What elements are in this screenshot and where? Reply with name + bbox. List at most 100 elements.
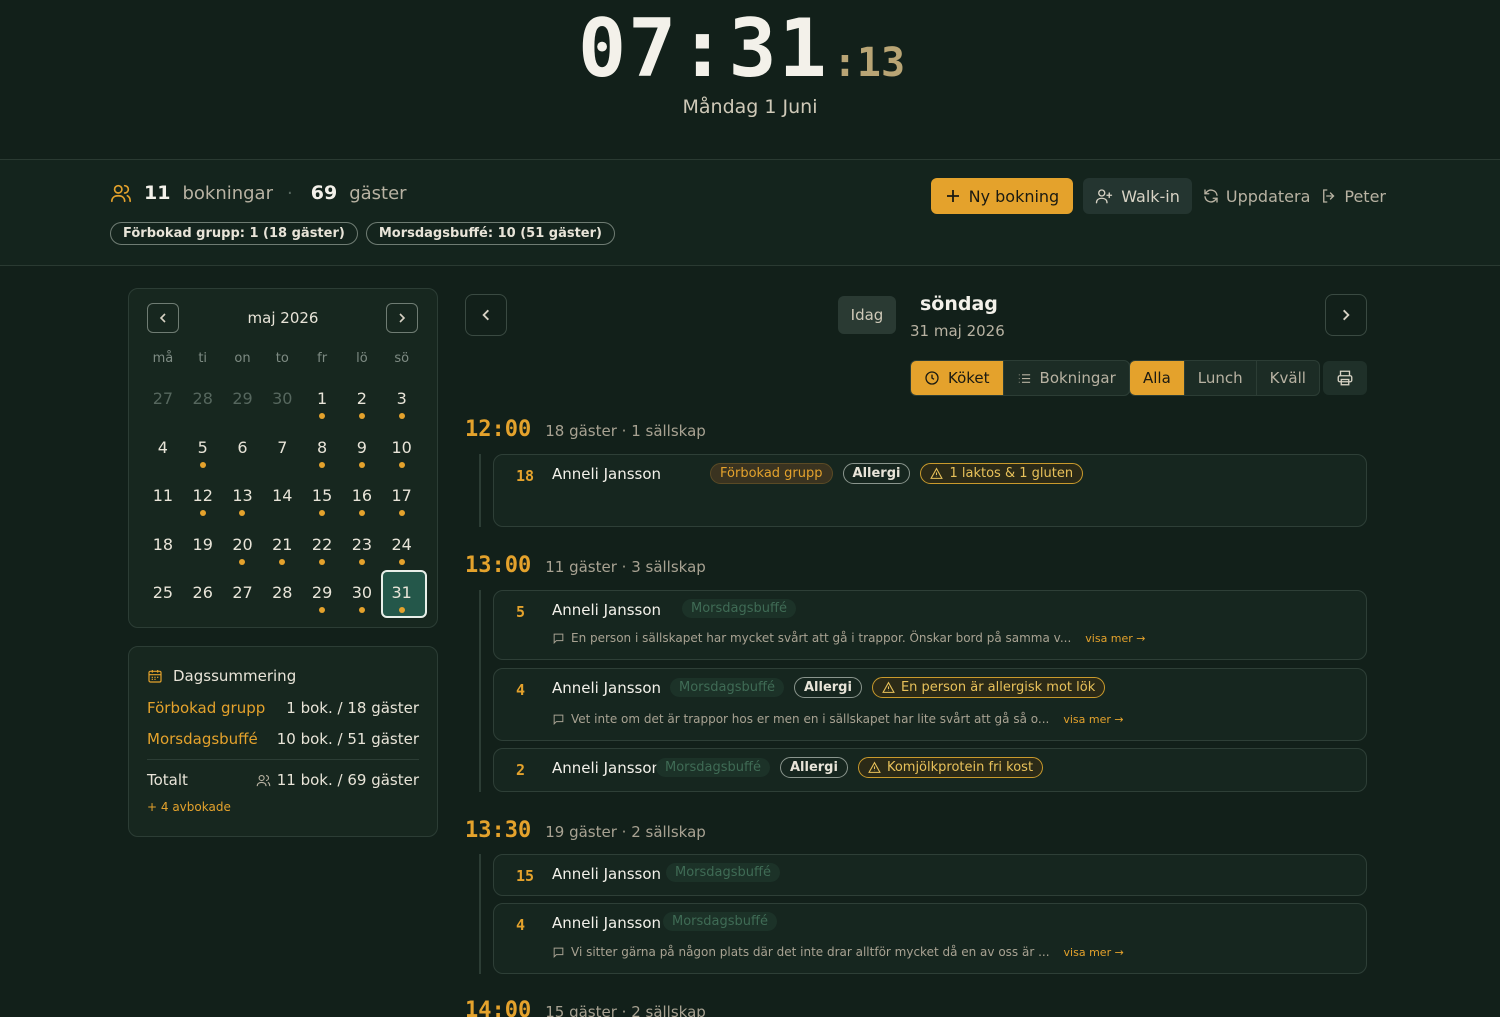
calendar-day-number: 20 <box>232 534 253 554</box>
calendar-day[interactable]: 30 <box>262 379 302 428</box>
calendar-day[interactable]: 25 <box>143 573 183 622</box>
calendar-day[interactable]: 29 <box>302 573 342 622</box>
next-day-button[interactable] <box>1325 294 1367 336</box>
calendar-day[interactable]: 24 <box>382 525 422 574</box>
booking-indicator-dot <box>319 461 326 468</box>
prev-day-button[interactable] <box>465 294 507 336</box>
summary-total: 11 bok. / 69 gäster <box>256 771 419 789</box>
summary-row: Morsdagsbuffé 10 bok. / 51 gäster <box>147 730 419 748</box>
calendar-day[interactable]: 14 <box>262 476 302 525</box>
filter-all[interactable]: Alla <box>1130 361 1185 395</box>
filter-lunch[interactable]: Lunch <box>1185 361 1257 395</box>
walk-in-label: Walk-in <box>1121 186 1180 206</box>
show-more-link[interactable]: visa mer → <box>1085 632 1145 645</box>
calendar-day[interactable]: 13 <box>223 476 263 525</box>
calendar-day[interactable]: 5 <box>183 428 223 477</box>
calendar-day-number: 17 <box>391 486 412 506</box>
tab-kitchen[interactable]: Köket <box>911 361 1004 395</box>
time-slot-time: 13:30 <box>465 818 532 843</box>
calendar-day[interactable]: 28 <box>183 379 223 428</box>
refresh-button[interactable]: Uppdatera <box>1202 187 1310 206</box>
calendar-day[interactable]: 19 <box>183 525 223 574</box>
weekday-header: må ti on to fr lö sö <box>143 351 422 366</box>
walk-in-button[interactable]: Walk-in <box>1083 178 1192 214</box>
time-slot-info: 19 gäster · 2 sällskap <box>545 823 706 841</box>
today-button[interactable]: Idag <box>838 296 896 334</box>
calendar-day[interactable]: 26 <box>183 573 223 622</box>
booking-note-text: En person i sällskapet har mycket svårt … <box>571 631 1072 645</box>
user-plus-icon <box>1096 189 1113 204</box>
guests-count: 69 <box>310 182 338 204</box>
calendar-day[interactable]: 21 <box>262 525 302 574</box>
calendar-day[interactable]: 28 <box>262 573 302 622</box>
booking-card[interactable]: 5 Anneli Jansson Morsdagsbuffé En person i … <box>493 590 1367 660</box>
booking-tags: Förbokad grupp Allergi 1 laktos & 1 gluten <box>710 463 1084 484</box>
booking-indicator-dot <box>319 607 326 614</box>
weekday-label: on <box>234 351 251 366</box>
calendar-day[interactable]: 18 <box>143 525 183 574</box>
calendar-day[interactable]: 27 <box>223 573 263 622</box>
summary-divider <box>147 759 419 760</box>
calendar-day[interactable]: 7 <box>262 428 302 477</box>
calendar-day[interactable]: 20 <box>223 525 263 574</box>
tab-bookings[interactable]: Bokningar <box>1004 361 1129 395</box>
booking-card[interactable]: 18 Anneli Jansson Förbokad grupp Allergi 1 l… <box>493 454 1367 527</box>
calendar-day[interactable]: 23 <box>342 525 382 574</box>
calendar-day[interactable]: 27 <box>143 379 183 428</box>
calendar-day[interactable]: 29 <box>223 379 263 428</box>
calendar-day[interactable]: 4 <box>143 428 183 477</box>
logout-button[interactable]: Peter <box>1320 187 1386 206</box>
allergy-badge: Allergi <box>779 757 848 778</box>
cancelled-link[interactable]: + 4 avbokade <box>147 800 231 814</box>
filter-evening[interactable]: Kväll <box>1257 361 1319 395</box>
calendar-day[interactable]: 12 <box>183 476 223 525</box>
calendar-day[interactable]: 3 <box>382 379 422 428</box>
booking-indicator-dot <box>398 413 405 419</box>
booking-note-text: Vet inte om det är trappor hos er men en… <box>571 712 1050 726</box>
bookings-count: 11 <box>144 182 171 204</box>
calendar-day[interactable]: 22 <box>302 525 342 574</box>
booking-card[interactable]: 15 Anneli Jansson Morsdagsbuffé <box>493 854 1367 896</box>
booking-indicator-dot <box>358 461 365 468</box>
summary-row-label: Förbokad grupp <box>147 699 266 717</box>
calendar-day-number: 25 <box>152 583 174 603</box>
warning-icon <box>868 761 881 773</box>
calendar-day-number: 13 <box>232 486 253 506</box>
calendar-day[interactable]: 30 <box>342 573 382 622</box>
selected-day-name: söndag <box>920 293 998 315</box>
booking-card[interactable]: 4 Anneli Jansson Morsdagsbuffé Vi sitter gä… <box>493 903 1367 974</box>
print-button[interactable] <box>1323 361 1367 395</box>
calendar-day-number: 30 <box>351 583 373 603</box>
new-booking-button[interactable]: Ny bokning <box>930 178 1074 214</box>
allergy-warning-badge: Komjölkprotein fri kost <box>857 757 1044 778</box>
show-more-link[interactable]: visa mer → <box>1063 713 1123 726</box>
calendar-day-number: 12 <box>192 486 213 506</box>
calendar-day[interactable]: 1 <box>302 379 342 428</box>
calendar-day[interactable]: 31 <box>380 570 427 622</box>
calendar-day[interactable]: 15 <box>302 476 342 525</box>
calendar-day[interactable]: 17 <box>382 476 422 525</box>
booking-card[interactable]: 4 Anneli Jansson Morsdagsbuffé Allergi En pe… <box>493 668 1367 741</box>
calendar-day[interactable]: 8 <box>302 428 342 477</box>
time-slot-header: 12:00 18 gäster · 1 sällskap <box>465 417 706 442</box>
allergy-warning-text: Komjölkprotein fri kost <box>886 760 1034 775</box>
user-name: Peter <box>1344 186 1386 206</box>
show-more-link[interactable]: visa mer → <box>1064 946 1124 959</box>
weekday-label: lö <box>356 351 368 366</box>
category-chip: Förbokad grupp: 1 (18 gäster) <box>110 222 358 245</box>
time-slot-rail <box>479 590 481 792</box>
summary-total-label: Totalt <box>147 771 188 789</box>
calendar-day[interactable]: 11 <box>143 476 183 525</box>
calendar-day[interactable]: 9 <box>342 428 382 477</box>
allergy-badge: Allergi <box>793 677 862 698</box>
booking-card[interactable]: 2 Anneli Jansson Morsdagsbuffé Allergi Komjö… <box>493 748 1367 792</box>
category-chip: Morsdagsbuffé: 10 (51 gäster) <box>365 222 615 245</box>
clock-hours-minutes: 07:31 <box>578 2 829 95</box>
calendar-day[interactable]: 10 <box>382 428 422 477</box>
plus-icon <box>946 190 959 202</box>
calendar-day[interactable]: 2 <box>342 379 382 428</box>
calendar-day[interactable]: 6 <box>223 428 263 477</box>
calendar-day-number: 16 <box>351 486 373 506</box>
calendar-day[interactable]: 16 <box>342 476 382 525</box>
next-month-button[interactable] <box>386 303 418 333</box>
